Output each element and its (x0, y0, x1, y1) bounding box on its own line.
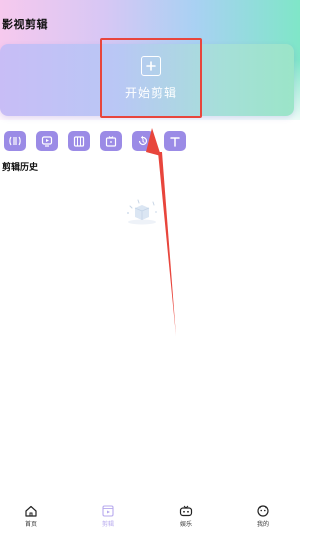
bottom-nav: 首页 剪辑 娱乐 我的 (0, 497, 300, 533)
crop-icon[interactable] (100, 131, 122, 151)
nav-profile-label: 我的 (256, 521, 269, 528)
nav-edit[interactable]: 剪辑 (88, 505, 128, 529)
text-icon[interactable] (164, 131, 186, 151)
empty-box-icon (124, 196, 160, 226)
plus-square-icon (141, 55, 161, 76)
page-title: 影视剪辑 (2, 18, 48, 31)
start-edit-button[interactable]: 开始剪辑 (100, 38, 202, 118)
nav-entertainment-label: 娱乐 (179, 521, 192, 528)
rotate-icon[interactable] (132, 131, 154, 151)
speed-icon[interactable] (36, 131, 58, 151)
edit-icon (102, 505, 114, 517)
nav-edit-label: 剪辑 (101, 521, 114, 528)
nav-entertainment[interactable]: 娱乐 (166, 505, 206, 529)
frame-icon[interactable] (68, 131, 90, 151)
edit-tools-row (4, 131, 294, 153)
nav-home-label: 首页 (24, 521, 37, 528)
game-icon (179, 505, 193, 517)
nav-home[interactable]: 首页 (11, 505, 51, 529)
profile-icon (257, 505, 269, 517)
home-icon (25, 505, 37, 517)
nav-profile[interactable]: 我的 (243, 505, 283, 529)
start-edit-label: 开始剪辑 (124, 85, 177, 100)
split-icon[interactable] (4, 131, 26, 151)
history-title: 剪辑历史 (2, 163, 39, 173)
